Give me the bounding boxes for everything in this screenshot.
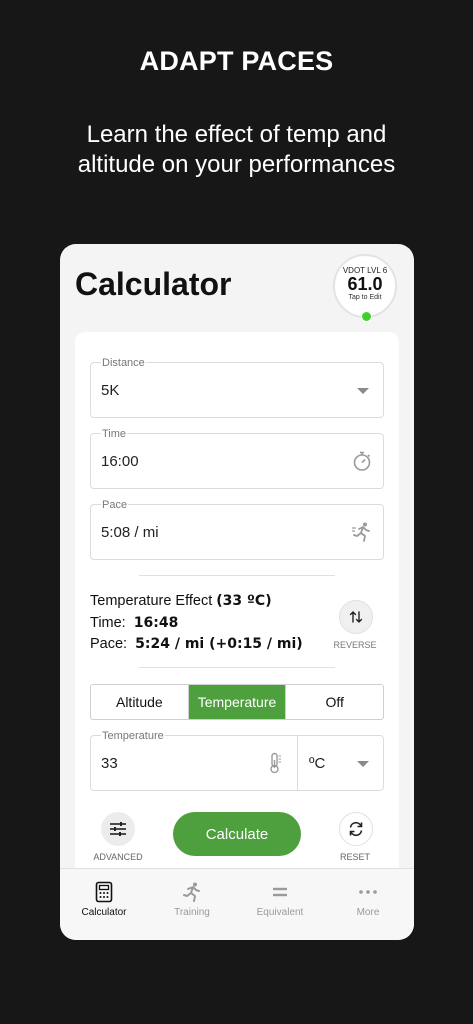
effect-time-value: 16:48 xyxy=(133,614,179,631)
segment-altitude[interactable]: Altitude xyxy=(91,685,189,719)
vdot-value: 61.0 xyxy=(347,274,383,294)
chevron-down-icon xyxy=(357,761,369,767)
thermometer-icon xyxy=(267,752,283,779)
reverse-label: REVERSE xyxy=(333,640,377,650)
adjustment-segmented-control: Altitude Temperature Off xyxy=(90,684,384,720)
tab-calculator[interactable]: Calculator xyxy=(60,881,148,918)
calculator-icon xyxy=(95,881,113,903)
temperature-value: 33 xyxy=(101,755,118,772)
bottom-tab-bar: Calculator Training Equivalent More xyxy=(60,868,414,940)
reset-button[interactable] xyxy=(339,812,373,846)
swap-vertical-icon xyxy=(349,611,363,623)
reset-label: RESET xyxy=(339,852,370,862)
segment-temperature[interactable]: Temperature xyxy=(188,685,287,719)
sliders-icon xyxy=(110,822,126,836)
more-dots-icon xyxy=(359,890,377,894)
calculate-button[interactable]: Calculate xyxy=(173,812,301,856)
runner-icon xyxy=(183,882,200,902)
promo-subtitle-line1: Learn the effect of temp and xyxy=(86,121,387,148)
divider xyxy=(139,667,335,668)
promo-subtitle: Learn the effect of temp and altitude on… xyxy=(0,120,473,180)
distance-label: Distance xyxy=(101,357,146,369)
effect-pace-label: Pace: xyxy=(90,636,128,652)
calculator-card: Distance 5K Time 16:00 Pace 5:08 / mi Te… xyxy=(75,332,399,940)
effect-time-row: Time: 16:48 xyxy=(90,613,320,635)
time-value: 16:00 xyxy=(101,453,139,470)
tab-more[interactable]: More xyxy=(324,881,412,918)
temperature-input[interactable]: Temperature 33 ºC xyxy=(90,730,384,791)
segment-off[interactable]: Off xyxy=(286,685,383,719)
temperature-unit-select[interactable]: ºC xyxy=(309,755,325,772)
tab-equivalent[interactable]: Equivalent xyxy=(236,881,324,918)
vdot-badge[interactable]: VDOT LVL 6 61.0 Tap to Edit xyxy=(333,254,397,318)
page-title: Calculator xyxy=(75,266,232,302)
status-dot xyxy=(361,311,372,322)
refresh-icon xyxy=(349,821,363,837)
app-screen: Calculator VDOT LVL 6 61.0 Tap to Edit D… xyxy=(60,244,414,940)
tab-label: More xyxy=(356,907,380,918)
effect-heading: Temperature Effect xyxy=(90,593,213,609)
promo-subtitle-line2: altitude on your performances xyxy=(77,151,396,178)
pace-input[interactable]: Pace 5:08 / mi xyxy=(90,499,384,560)
advanced-label: ADVANCED xyxy=(93,852,143,862)
advanced-button[interactable] xyxy=(101,812,135,846)
distance-select[interactable]: Distance 5K xyxy=(90,357,384,418)
promo-title: ADAPT PACES xyxy=(139,46,334,76)
stopwatch-icon xyxy=(351,450,373,472)
effect-heading-value: (33 ºC) xyxy=(216,593,272,609)
tab-label: Calculator xyxy=(81,907,127,918)
effect-time-label: Time: xyxy=(90,614,126,631)
tab-label: Equivalent xyxy=(256,907,304,918)
time-input[interactable]: Time 16:00 xyxy=(90,428,384,489)
vdot-hint: Tap to Edit xyxy=(348,294,382,301)
effect-heading-row: Temperature Effect (33 ºC) xyxy=(90,591,320,613)
pace-value: 5:08 / mi xyxy=(101,524,159,541)
tab-training[interactable]: Training xyxy=(148,881,236,918)
temperature-effect: Temperature Effect (33 ºC) Time: 16:48 P… xyxy=(90,591,320,656)
temperature-label: Temperature xyxy=(101,730,165,742)
time-label: Time xyxy=(101,428,128,440)
pace-label: Pace xyxy=(101,499,129,511)
reverse-button[interactable] xyxy=(339,600,373,634)
chevron-down-icon xyxy=(357,388,369,394)
effect-pace-value: 5:24 / mi (+0:15 / mi) xyxy=(135,636,303,652)
field-separator xyxy=(297,736,298,790)
effect-pace-row: Pace: 5:24 / mi (+0:15 / mi) xyxy=(90,634,320,656)
equals-icon xyxy=(273,887,287,897)
divider xyxy=(139,575,335,576)
distance-value: 5K xyxy=(101,382,120,399)
tab-label: Training xyxy=(174,907,210,918)
runner-icon xyxy=(351,521,373,543)
